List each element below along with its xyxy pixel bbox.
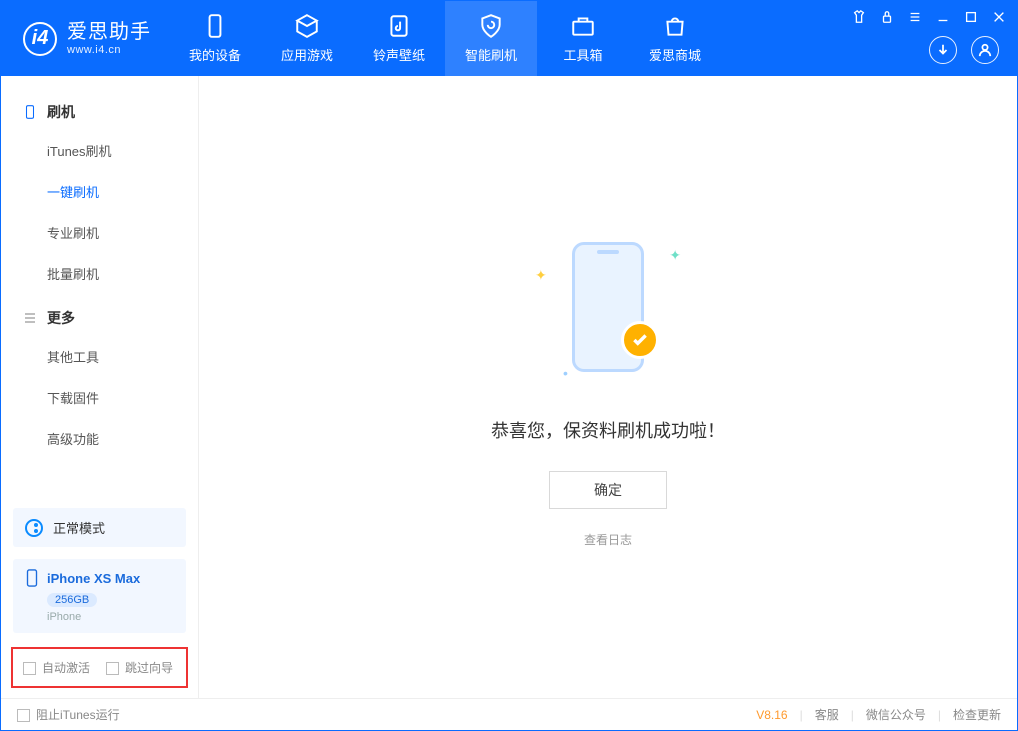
account-button[interactable] (971, 36, 999, 64)
sidebar-item-download-firmware[interactable]: 下载固件 (23, 377, 176, 418)
shield-refresh-icon (478, 13, 504, 39)
window-controls (851, 9, 1007, 25)
mode-label: 正常模式 (53, 518, 105, 537)
sidebar-group-more: 更多 (23, 300, 176, 336)
main-content: ✦ ✦ • 恭喜您，保资料刷机成功啦！ 确定 查看日志 (199, 76, 1017, 698)
sidebar-item-onekey-flash[interactable]: 一键刷机 (23, 171, 176, 212)
minimize-icon[interactable] (935, 9, 951, 25)
device-capacity: 256GB (47, 593, 97, 607)
toolbox-icon (570, 13, 596, 39)
block-itunes-checkbox[interactable]: 阻止iTunes运行 (17, 706, 120, 723)
sparkle-icon: ✦ (535, 267, 547, 284)
device-name: iPhone XS Max (47, 571, 140, 586)
options-row: 自动激活 跳过向导 (11, 647, 188, 688)
auto-activate-checkbox[interactable]: 自动激活 (23, 659, 90, 676)
nav-ringtones-wallpapers[interactable]: 铃声壁纸 (353, 1, 445, 76)
sidebar-item-batch-flash[interactable]: 批量刷机 (23, 253, 176, 294)
maximize-icon[interactable] (963, 9, 979, 25)
sidebar: 刷机 iTunes刷机 一键刷机 专业刷机 批量刷机 更多 其他工具 下载固件 … (1, 76, 199, 698)
app-name-cn: 爱思助手 (67, 22, 151, 42)
bag-icon (662, 13, 688, 39)
ok-button[interactable]: 确定 (549, 471, 667, 509)
menu-icon[interactable] (907, 9, 923, 25)
cube-icon (294, 13, 320, 39)
sidebar-item-pro-flash[interactable]: 专业刷机 (23, 212, 176, 253)
checkbox-label: 跳过向导 (125, 661, 173, 675)
success-illustration: ✦ ✦ • (523, 227, 693, 387)
footer-link-support[interactable]: 客服 (815, 706, 839, 723)
checkbox-label: 自动激活 (42, 661, 90, 675)
titlebar-round-buttons (929, 36, 999, 64)
nav-label: 智能刷机 (465, 45, 517, 64)
device-card[interactable]: iPhone XS Max 256GB iPhone (13, 559, 186, 633)
logo-icon: i4 (23, 22, 57, 56)
success-message: 恭喜您，保资料刷机成功啦！ (491, 417, 725, 443)
footer-link-wechat[interactable]: 微信公众号 (866, 706, 926, 723)
nav-label: 我的设备 (189, 45, 241, 64)
nav-label: 应用游戏 (281, 45, 333, 64)
music-file-icon (386, 13, 412, 39)
mode-card[interactable]: 正常模式 (13, 508, 186, 547)
nav-label: 工具箱 (563, 45, 602, 64)
app-name-en: www.i4.cn (67, 45, 151, 56)
close-icon[interactable] (991, 9, 1007, 25)
nav-smart-flash[interactable]: 智能刷机 (445, 1, 537, 76)
nav-toolbox[interactable]: 工具箱 (537, 1, 629, 76)
body: 刷机 iTunes刷机 一键刷机 专业刷机 批量刷机 更多 其他工具 下载固件 … (1, 76, 1017, 698)
top-nav: 我的设备 应用游戏 铃声壁纸 智能刷机 工具箱 爱思商城 (169, 1, 721, 76)
titlebar: i4 爱思助手 www.i4.cn 我的设备 应用游戏 铃声壁纸 智能刷机 (1, 1, 1017, 76)
lock-icon[interactable] (879, 9, 895, 25)
sparkle-icon: ✦ (669, 247, 681, 264)
shirt-icon[interactable] (851, 9, 867, 25)
device-type: iPhone (47, 611, 174, 623)
view-log-link[interactable]: 查看日志 (584, 531, 632, 548)
sidebar-item-itunes-flash[interactable]: iTunes刷机 (23, 130, 176, 171)
sidebar-group-title: 刷机 (47, 102, 75, 122)
sparkle-icon: • (563, 365, 568, 381)
phone-icon (23, 105, 37, 119)
footer: 阻止iTunes运行 V8.16 | 客服 | 微信公众号 | 检查更新 (1, 698, 1017, 730)
device-icon (202, 13, 228, 39)
download-button[interactable] (929, 36, 957, 64)
list-icon (23, 311, 37, 325)
sidebar-item-other-tools[interactable]: 其他工具 (23, 336, 176, 377)
app-logo: i4 爱思助手 www.i4.cn (1, 22, 169, 56)
check-badge-icon (621, 321, 659, 359)
mode-icon (25, 519, 43, 537)
nav-apps-games[interactable]: 应用游戏 (261, 1, 353, 76)
checkbox-label: 阻止iTunes运行 (36, 708, 120, 722)
sidebar-group-flash: 刷机 (23, 94, 176, 130)
skip-guide-checkbox[interactable]: 跳过向导 (106, 659, 173, 676)
version-label: V8.16 (756, 708, 787, 722)
footer-link-update[interactable]: 检查更新 (953, 706, 1001, 723)
phone-icon (25, 569, 39, 587)
app-window: i4 爱思助手 www.i4.cn 我的设备 应用游戏 铃声壁纸 智能刷机 (0, 0, 1018, 731)
sidebar-group-title: 更多 (47, 308, 75, 328)
sidebar-item-advanced[interactable]: 高级功能 (23, 418, 176, 459)
nav-label: 铃声壁纸 (373, 45, 425, 64)
nav-store[interactable]: 爱思商城 (629, 1, 721, 76)
nav-label: 爱思商城 (649, 45, 701, 64)
nav-my-device[interactable]: 我的设备 (169, 1, 261, 76)
